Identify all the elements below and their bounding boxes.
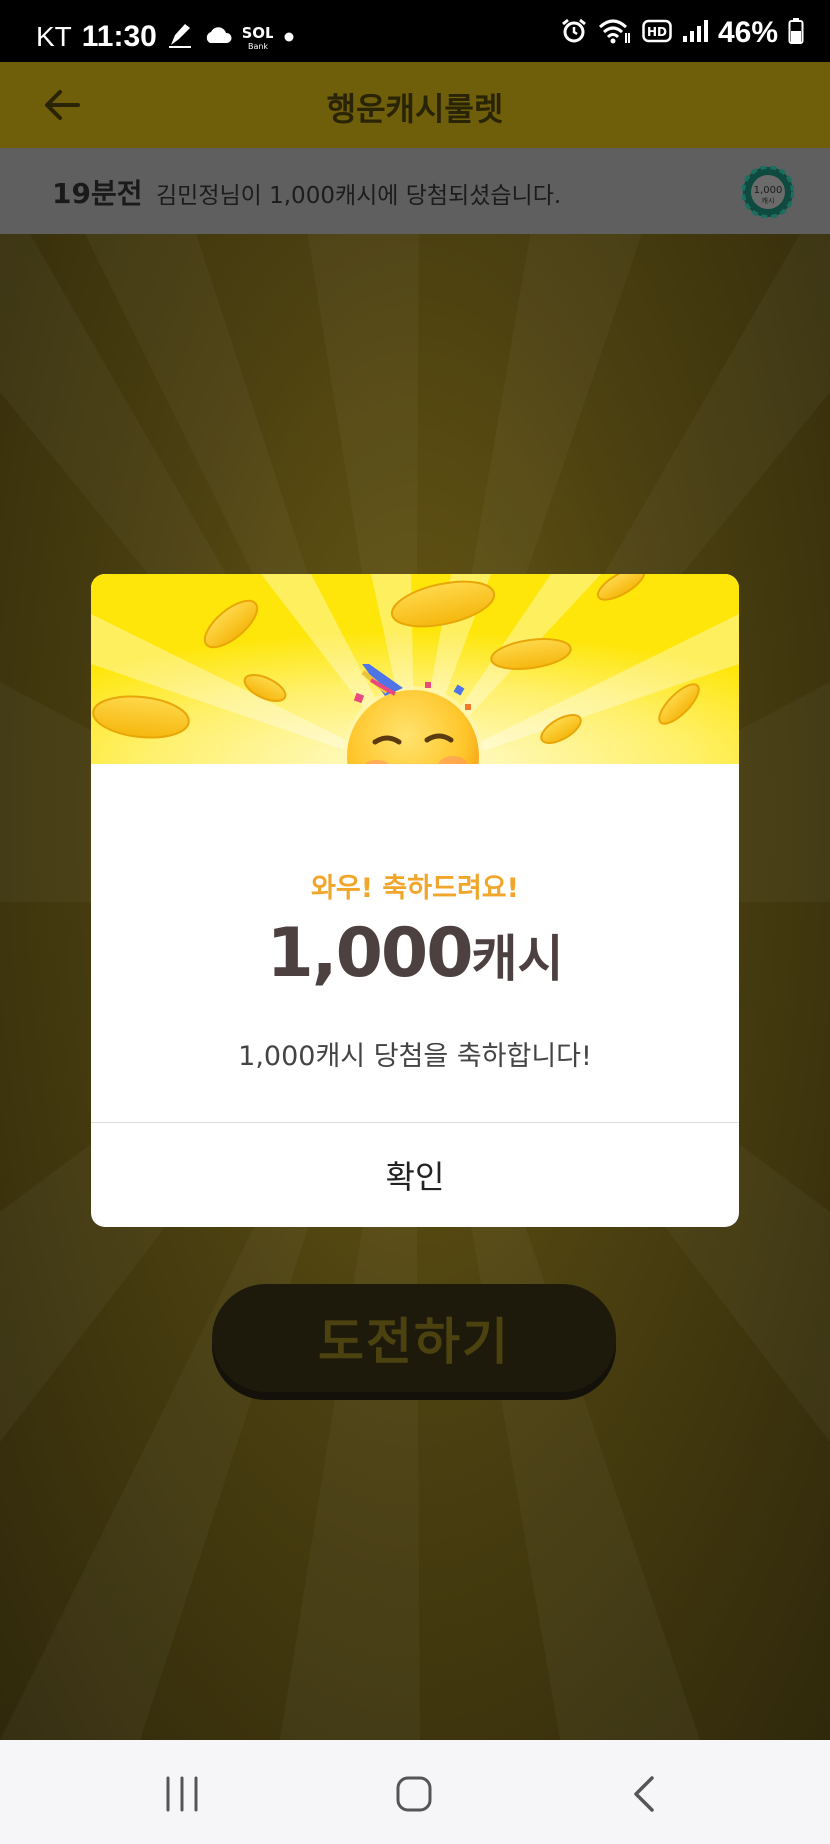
sol-bank-icon: SOL Bank [241,18,275,56]
status-bar-right: HD 46% [560,16,804,50]
pen-icon [167,21,193,53]
hd-icon: HD [642,19,672,47]
cash-coin-badge-icon: 1,000 캐시 [741,165,795,219]
clock: 11:30 [81,20,157,53]
wifi-icon [598,17,632,49]
battery-percent: 46% [717,16,778,49]
status-bar: KT 11:30 SOL Bank HD 46% [0,0,830,62]
challenge-button[interactable]: 도전하기 [212,1284,616,1392]
signal-icon [682,18,708,48]
modal-subtitle: 와우! 축하드려요! [311,873,519,904]
status-bar-left: KT 11:30 SOL Bank [36,18,295,56]
page-title: 행운캐시룰렛 [326,90,504,128]
modal-hero [91,574,739,764]
amount-value: 1,000 [266,914,473,993]
svg-text:Bank: Bank [248,42,268,51]
recent-apps-icon[interactable] [158,1770,206,1818]
home-icon[interactable] [390,1770,438,1818]
carrier-label: KT [36,21,72,52]
app-bar: 행운캐시룰렛 [0,62,830,148]
svg-text:SOL: SOL [243,24,273,42]
alarm-icon [560,17,588,49]
confirm-button[interactable]: 확인 [91,1123,739,1227]
svg-text:HD: HD [647,25,667,39]
party-face-icon [325,654,505,764]
amount-unit: 캐시 [471,930,564,988]
system-nav-bar [0,1740,830,1844]
modal-description: 1,000캐시 당첨을 축하합니다! [238,1041,592,1072]
back-icon[interactable] [622,1770,670,1818]
cloud-icon [203,25,233,49]
winner-ticker: 19분전 김민정님이 1,000캐시에 당첨되셨습니다. [0,148,830,234]
challenge-button-label: 도전하기 [318,1313,510,1371]
ticker-time-ago: 19분전 [52,177,143,210]
win-modal: 와우! 축하드려요! 1,000캐시 1,000캐시 당첨을 축하합니다! 확인 [91,574,739,1227]
dot-icon [283,28,295,47]
badge-unit: 캐시 [762,197,775,205]
modal-amount: 1,000캐시 [91,914,739,993]
battery-icon [788,17,804,49]
badge-amount: 1,000 [754,185,783,196]
ticker-message: 김민정님이 1,000캐시에 당첨되셨습니다. [156,183,562,209]
